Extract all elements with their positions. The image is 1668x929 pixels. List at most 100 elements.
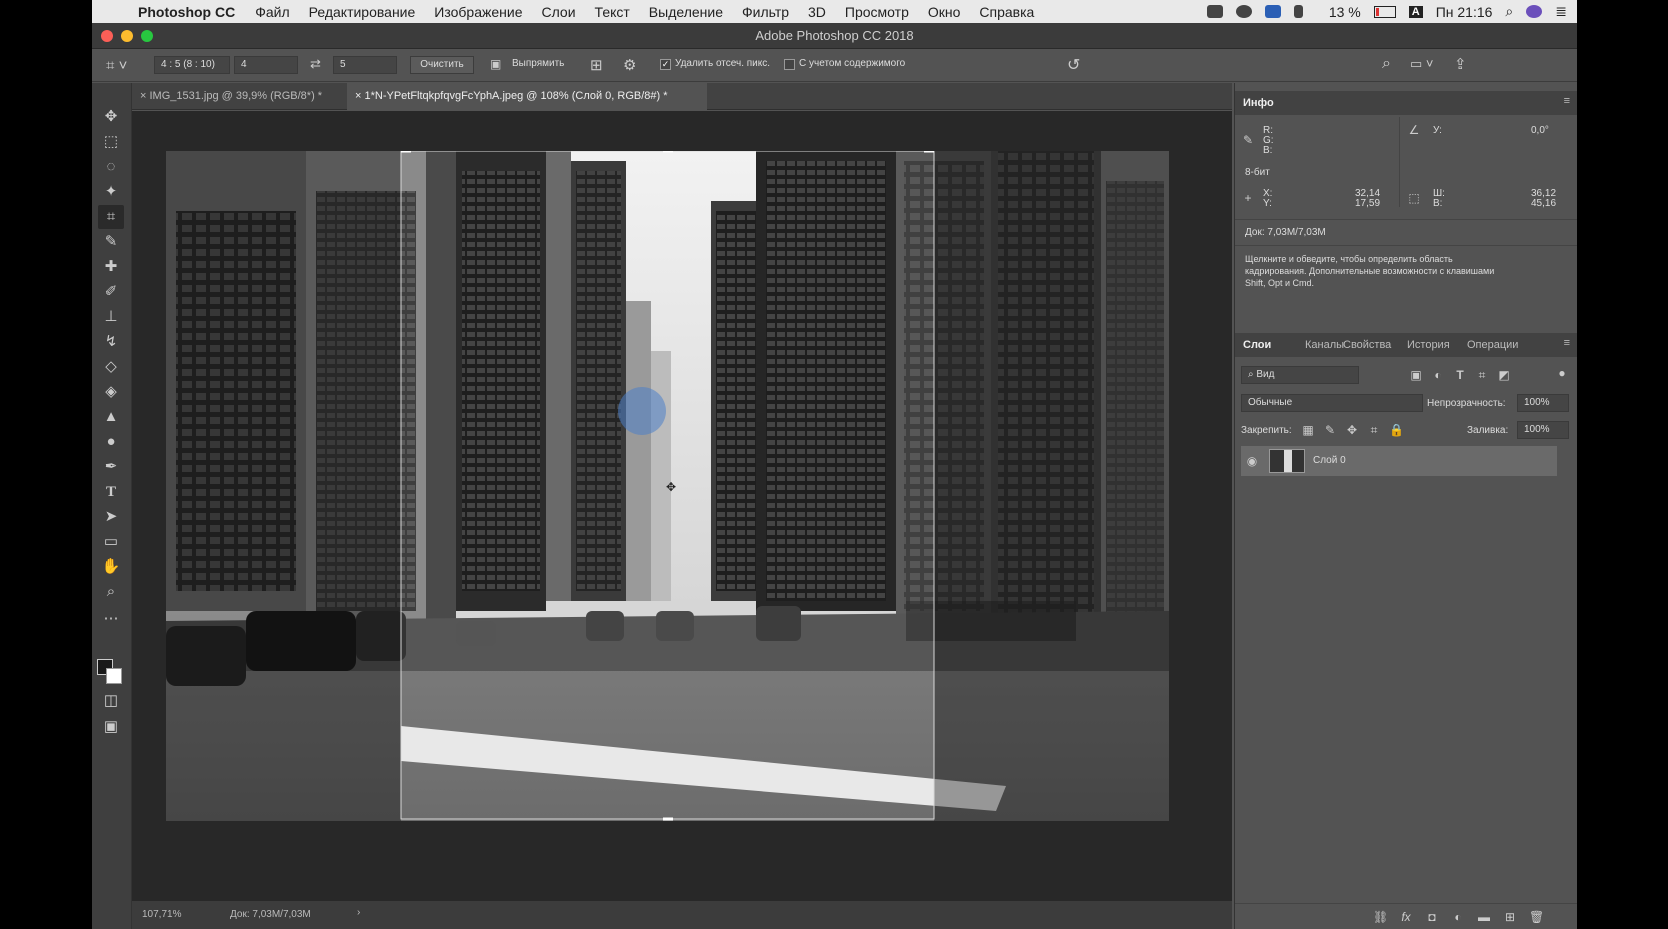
tab-actions[interactable]: Операции [1467, 333, 1518, 357]
sync-icon[interactable] [1235, 5, 1252, 18]
layers-panel-menu-icon[interactable]: ≡ [1564, 337, 1570, 349]
magic-wand-tool-icon[interactable]: ✦ [98, 180, 124, 204]
clear-button[interactable]: Очистить [410, 56, 474, 74]
more-tools-icon[interactable]: ⋯ [98, 607, 124, 631]
link-layers-icon[interactable]: ⛓ [1373, 910, 1388, 924]
share-icon[interactable]: ⇪ [1454, 55, 1467, 73]
layer-row[interactable]: ◉ Слой 0 [1241, 446, 1557, 476]
menu-type[interactable]: Текст [595, 4, 630, 20]
bluetooth-icon[interactable] [1293, 5, 1303, 18]
filter-type-icon[interactable]: T [1453, 368, 1467, 382]
battery-icon[interactable] [1373, 5, 1396, 18]
type-tool-icon[interactable]: T [98, 480, 124, 504]
blur-tool-icon[interactable]: ▲ [98, 405, 124, 429]
brush-tool-icon[interactable]: ✐ [98, 280, 124, 304]
menu-image[interactable]: Изображение [434, 4, 522, 20]
path-selection-tool-icon[interactable]: ➤ [98, 505, 124, 529]
menu-filter[interactable]: Фильтр [742, 4, 789, 20]
lock-artboard-icon[interactable]: ⌗ [1367, 423, 1381, 437]
canvas-area[interactable]: ✥ [132, 111, 1232, 901]
move-tool-icon[interactable]: ✥ [98, 105, 124, 129]
healing-brush-tool-icon[interactable]: ✚ [98, 255, 124, 279]
lock-all-icon[interactable]: 🔒 [1389, 423, 1404, 437]
workspace-switcher-icon[interactable]: ▭ ˅ [1410, 56, 1434, 72]
lasso-tool-icon[interactable]: ◌ [98, 155, 124, 179]
zoom-window-button[interactable] [141, 30, 153, 42]
menu-edit[interactable]: Редактирование [309, 4, 416, 20]
tab-channels[interactable]: Каналы [1305, 333, 1344, 357]
spotlight-search-icon[interactable]: ⌕ [1505, 3, 1513, 20]
reset-crop-icon[interactable]: ↺ [1067, 55, 1080, 75]
lock-position-icon[interactable]: ✥ [1345, 423, 1359, 437]
menubar-clock[interactable]: Пн 21:16 [1436, 4, 1493, 20]
cloud-icon[interactable] [1264, 5, 1281, 18]
menu-window[interactable]: Окно [928, 4, 961, 20]
menu-app-name[interactable]: Photoshop CC [138, 4, 235, 20]
dodge-tool-icon[interactable]: ● [98, 430, 124, 454]
input-source-icon[interactable]: A [1408, 5, 1423, 18]
content-aware-checkbox[interactable] [784, 59, 795, 70]
new-group-icon[interactable]: ▬ [1477, 910, 1491, 924]
notification-center-icon[interactable]: ≣ [1555, 3, 1567, 20]
marquee-tool-icon[interactable]: ⬚ [98, 130, 124, 154]
overlay-grid-icon[interactable]: ⊞ [590, 56, 603, 74]
tab-info[interactable]: Инфо [1243, 91, 1274, 115]
tab-properties[interactable]: Свойства [1343, 333, 1391, 357]
menu-select[interactable]: Выделение [649, 4, 723, 20]
ratio-preset-select[interactable]: 4 : 5 (8 : 10) [154, 56, 230, 74]
crop-tool-icon[interactable]: ⌗ [98, 205, 124, 229]
siri-icon[interactable] [1526, 5, 1543, 18]
history-brush-tool-icon[interactable]: ↯ [98, 330, 124, 354]
crop-tool-preset-icon[interactable]: ⌗ ˅ [106, 57, 127, 74]
tab-active-document[interactable]: × 1*N-YPetFltqkpfqvgFcYphA.jpeg @ 108% (… [347, 83, 707, 110]
delete-cropped-checkbox[interactable]: ✓ [660, 59, 671, 70]
layer-visibility-eye-icon[interactable]: ◉ [1245, 454, 1259, 468]
info-panel-menu-icon[interactable]: ≡ [1564, 95, 1570, 107]
tab-layers[interactable]: Слои [1243, 333, 1271, 357]
new-layer-icon[interactable]: ⊞ [1503, 910, 1517, 924]
pen-tool-icon[interactable]: ✒ [98, 455, 124, 479]
search-icon[interactable]: ⌕ [1382, 55, 1391, 73]
filter-toggle-icon[interactable]: ● [1555, 366, 1569, 380]
status-menu-arrow-icon[interactable]: › [357, 907, 360, 918]
menu-help[interactable]: Справка [979, 4, 1034, 20]
screen-mode-icon[interactable]: ▣ [98, 715, 124, 739]
display-icon[interactable] [1206, 5, 1223, 18]
clone-stamp-tool-icon[interactable]: ⊥ [98, 305, 124, 329]
menu-layers[interactable]: Слои [542, 4, 576, 20]
eyedropper-tool-icon[interactable]: ✎ [98, 230, 124, 254]
new-adjustment-icon[interactable]: ◐ [1451, 910, 1465, 924]
close-window-button[interactable] [101, 30, 113, 42]
fill-input[interactable]: 100% [1517, 421, 1569, 439]
lock-transparent-icon[interactable]: ▦ [1301, 423, 1315, 437]
filter-smart-object-icon[interactable]: ◩ [1497, 368, 1511, 382]
menu-3d[interactable]: 3D [808, 4, 826, 20]
crop-width-input[interactable]: 4 [234, 56, 298, 74]
straighten-button[interactable]: Выпрямить [512, 58, 564, 69]
opacity-input[interactable]: 100% [1517, 394, 1569, 412]
add-mask-icon[interactable]: ◘ [1425, 910, 1439, 924]
filter-shape-icon[interactable]: ⌗ [1475, 368, 1489, 382]
menu-view[interactable]: Просмотр [845, 4, 909, 20]
swap-dimensions-icon[interactable]: ⇄ [310, 56, 321, 72]
layer-filter-select[interactable]: ⌕ Вид [1241, 366, 1359, 384]
eraser-tool-icon[interactable]: ◇ [98, 355, 124, 379]
delete-layer-icon[interactable]: 🗑 [1529, 910, 1544, 924]
lock-image-icon[interactable]: ✎ [1323, 423, 1337, 437]
menu-file[interactable]: Файл [255, 4, 289, 20]
minimize-window-button[interactable] [121, 30, 133, 42]
tab-img-1531[interactable]: × IMG_1531.jpg @ 39,9% (RGB/8*) * [132, 83, 342, 110]
layer-name[interactable]: Слой 0 [1313, 455, 1346, 466]
crop-settings-icon[interactable]: ⚙ [623, 56, 636, 74]
filter-adjustment-icon[interactable]: ◐ [1431, 368, 1445, 382]
document-image[interactable]: ✥ [166, 151, 1169, 821]
blend-mode-select[interactable]: Обычные [1241, 394, 1423, 412]
crop-height-input[interactable]: 5 [333, 56, 397, 74]
layer-style-fx-icon[interactable]: fx [1399, 910, 1413, 924]
paint-bucket-tool-icon[interactable]: ◈ [98, 380, 124, 404]
straighten-icon[interactable]: ▣ [490, 57, 501, 71]
quick-mask-icon[interactable]: ◫ [98, 689, 124, 713]
hand-tool-icon[interactable]: ✋ [98, 555, 124, 579]
background-color-swatch[interactable] [106, 668, 122, 684]
zoom-level[interactable]: 107,71% [142, 909, 181, 920]
